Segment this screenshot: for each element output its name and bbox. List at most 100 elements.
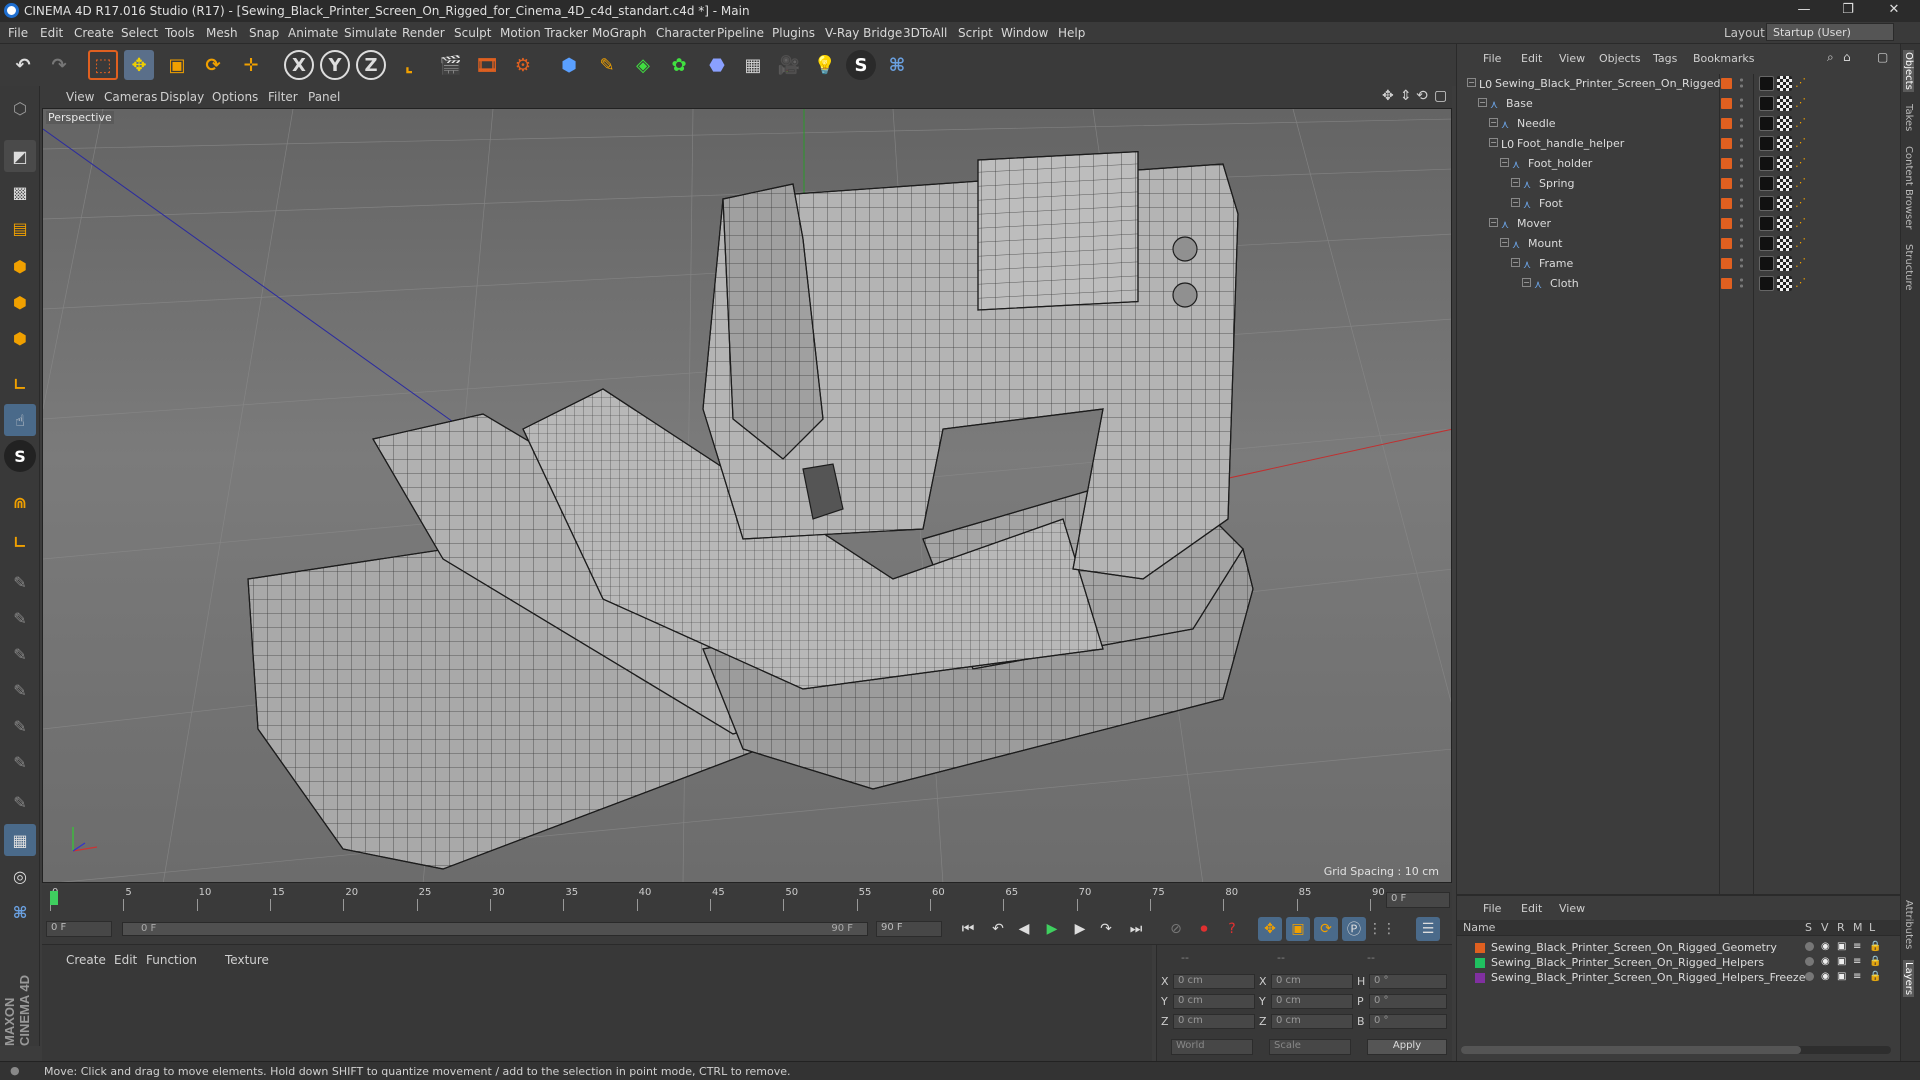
object-row[interactable]: − ⋏ Base ⋰ xyxy=(1457,94,1901,114)
knife-icon[interactable]: ✎ xyxy=(4,710,36,742)
objects-menu-objects[interactable]: Objects xyxy=(1599,52,1641,65)
next-key-icon[interactable]: ↷ xyxy=(1094,917,1118,941)
layer-color-swatch[interactable] xyxy=(1721,278,1732,289)
texture-tag-icon[interactable] xyxy=(1777,176,1792,191)
layer-color-swatch[interactable] xyxy=(1475,973,1485,983)
smooth-icon[interactable]: ✎ xyxy=(4,786,36,818)
visibility-dots[interactable] xyxy=(1739,97,1744,110)
layer-render-icon[interactable]: ▣ xyxy=(1837,941,1846,952)
tab-attributes[interactable]: Attributes xyxy=(1903,900,1914,949)
transform-tool-icon[interactable]: ✛ xyxy=(236,50,266,80)
play-icon[interactable]: ▶ xyxy=(1040,917,1064,941)
menu-select[interactable]: Select xyxy=(121,26,158,40)
magnet-icon[interactable]: ✎ xyxy=(4,746,36,778)
ik-tag-icon[interactable]: ⋰ xyxy=(1795,176,1810,191)
texture-tag-icon[interactable] xyxy=(1777,96,1792,111)
texture-tag-icon[interactable] xyxy=(1777,116,1792,131)
python-icon[interactable]: ⌘ xyxy=(882,50,912,80)
menu-sculpt[interactable]: Sculpt xyxy=(454,26,491,40)
viewport-move-icon[interactable]: ✥ xyxy=(1382,88,1394,104)
menu-vray-bridge[interactable]: V-Ray Bridge xyxy=(825,26,902,40)
lock-workplane-icon[interactable]: ✎ xyxy=(4,566,36,598)
move-tool-icon[interactable]: ✥ xyxy=(124,50,154,80)
z-axis-lock-button[interactable]: Z xyxy=(356,50,386,80)
layer-color-swatch[interactable] xyxy=(1721,138,1732,149)
planar-workplane-icon[interactable]: ✎ xyxy=(4,602,36,634)
layers-menu-file[interactable]: File xyxy=(1483,902,1501,915)
texture-tag-icon[interactable] xyxy=(1777,276,1792,291)
layers-menu-view[interactable]: View xyxy=(1559,902,1585,915)
layer-visible-icon[interactable]: ◉ xyxy=(1821,956,1830,967)
objects-menu-edit[interactable]: Edit xyxy=(1521,52,1542,65)
layer-color-swatch[interactable] xyxy=(1475,943,1485,953)
viewport-rotate-icon[interactable]: ⟲ xyxy=(1416,88,1428,104)
layer-visible-icon[interactable]: ◉ xyxy=(1821,971,1830,982)
next-frame-icon[interactable]: ▶ xyxy=(1068,917,1092,941)
layer-solo-toggle[interactable] xyxy=(1805,942,1814,951)
visibility-dots[interactable] xyxy=(1739,197,1744,210)
sculpt-brush-icon[interactable]: ✎ xyxy=(4,638,36,670)
previous-key-icon[interactable]: ↶ xyxy=(986,917,1010,941)
menu-snap[interactable]: Snap xyxy=(249,26,279,40)
undo-icon[interactable]: ↶ xyxy=(8,50,38,80)
object-row[interactable]: − L0 Sewing_Black_Printer_Screen_On_Rigged… xyxy=(1457,74,1901,94)
key-scale-icon[interactable]: ▣ xyxy=(1286,917,1310,941)
layer-lock-icon[interactable]: 🔒 xyxy=(1869,956,1881,967)
menu-simulate[interactable]: Simulate xyxy=(344,26,397,40)
menu-3dtoall[interactable]: 3DToAll xyxy=(903,26,947,40)
coord-y-size-field[interactable]: 0 cm xyxy=(1271,994,1353,1009)
viewport-maximize-icon[interactable]: ▢ xyxy=(1434,88,1447,104)
object-row[interactable]: − ⋏ Mover ⋰ xyxy=(1457,214,1901,234)
viewport-menu-panel[interactable]: Panel xyxy=(308,90,340,104)
layer-render-icon[interactable]: ▣ xyxy=(1837,956,1846,967)
layer-color-swatch[interactable] xyxy=(1721,98,1732,109)
tab-objects[interactable]: Objects xyxy=(1903,50,1914,92)
coord-y-position-field[interactable]: 0 cm xyxy=(1173,994,1255,1009)
solo-mode-icon[interactable]: S xyxy=(4,440,36,472)
playhead[interactable] xyxy=(50,891,58,905)
viewport-menu-display[interactable]: Display xyxy=(160,90,204,104)
apply-button[interactable]: Apply xyxy=(1367,1039,1447,1055)
current-frame-field[interactable]: 0 F xyxy=(1386,892,1450,908)
visibility-dots[interactable] xyxy=(1739,137,1744,150)
layer-lock-icon[interactable]: 🔒 xyxy=(1869,971,1881,982)
material-tag-icon[interactable] xyxy=(1759,216,1774,231)
layout-dropdown[interactable]: Startup (User) xyxy=(1766,23,1894,41)
coord-space-dropdown[interactable]: World xyxy=(1171,1039,1253,1055)
material-tag-icon[interactable] xyxy=(1759,156,1774,171)
tab-takes[interactable]: Takes xyxy=(1903,104,1914,131)
texture-tag-icon[interactable] xyxy=(1777,76,1792,91)
ik-tag-icon[interactable]: ⋰ xyxy=(1795,196,1810,211)
layer-solo-toggle[interactable] xyxy=(1805,957,1814,966)
layer-color-swatch[interactable] xyxy=(1721,78,1732,89)
visibility-dots[interactable] xyxy=(1739,117,1744,130)
make-editable-icon[interactable]: ⬡ xyxy=(4,92,36,124)
close-button[interactable]: ✕ xyxy=(1874,2,1914,20)
new-window-icon[interactable]: ▢ xyxy=(1877,50,1888,64)
workplane-mode-icon[interactable]: ▤ xyxy=(4,212,36,244)
expand-toggle-icon[interactable]: − xyxy=(1511,178,1520,187)
menu-script[interactable]: Script xyxy=(958,26,993,40)
live-selection-icon[interactable]: ⬚ xyxy=(88,50,118,80)
coord-x-position-field[interactable]: 0 cm xyxy=(1173,974,1255,989)
material-tag-icon[interactable] xyxy=(1759,116,1774,131)
points-mode-icon[interactable]: ⬢ xyxy=(4,250,36,282)
expand-toggle-icon[interactable]: − xyxy=(1500,158,1509,167)
ik-tag-icon[interactable]: ⋰ xyxy=(1795,216,1810,231)
rotate-tool-icon[interactable]: ⟳ xyxy=(198,50,228,80)
expand-toggle-icon[interactable]: − xyxy=(1522,278,1531,287)
edges-mode-icon[interactable]: ⬢ xyxy=(4,286,36,318)
redo-icon[interactable]: ↷ xyxy=(44,50,74,80)
viewport-menu-filter[interactable]: Filter xyxy=(268,90,298,104)
objects-menu-bookmarks[interactable]: Bookmarks xyxy=(1693,52,1754,65)
expand-toggle-icon[interactable]: − xyxy=(1489,118,1498,127)
floor-icon[interactable]: ▦ xyxy=(738,50,768,80)
ik-tag-icon[interactable]: ⋰ xyxy=(1795,136,1810,151)
layer-manager-icon[interactable]: ≡ xyxy=(1853,971,1861,982)
tab-structure[interactable]: Structure xyxy=(1903,244,1914,291)
deformer-icon[interactable]: ⬣ xyxy=(702,50,732,80)
tab-layers[interactable]: Layers xyxy=(1903,960,1914,998)
visibility-dots[interactable] xyxy=(1739,237,1744,250)
material-tag-icon[interactable] xyxy=(1759,196,1774,211)
menu-file[interactable]: File xyxy=(8,26,28,40)
